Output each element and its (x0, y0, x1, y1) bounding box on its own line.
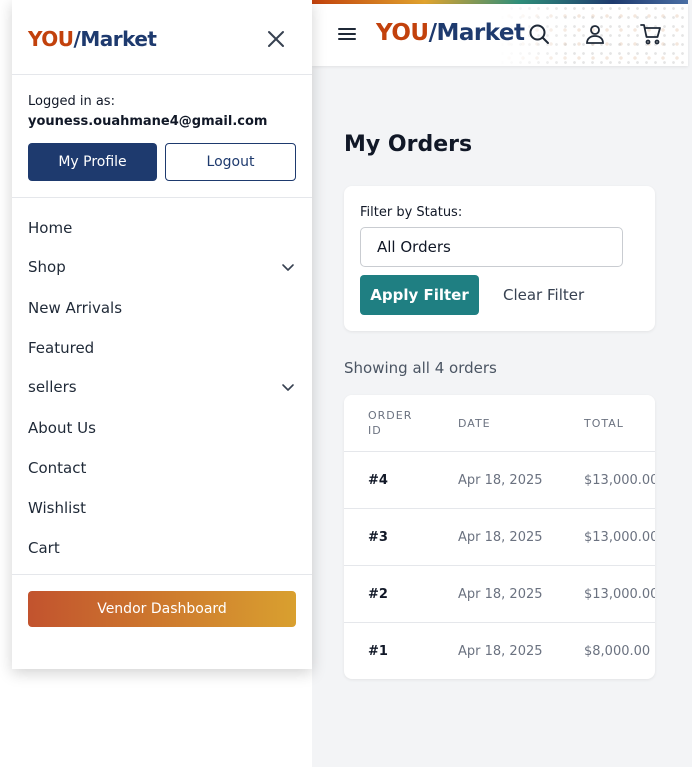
nav-item-wishlist[interactable]: Wishlist (28, 497, 296, 521)
side-drawer: YOU/Market Logged in as: youness.ouahman… (12, 0, 312, 669)
vendor-dashboard-button[interactable]: Vendor Dashboard (28, 591, 296, 627)
table-row[interactable]: #3 Apr 18, 2025 $13,000.00 (344, 509, 655, 566)
table-row[interactable]: #2 Apr 18, 2025 $13,000.00 (344, 566, 655, 623)
nav-label: Home (28, 219, 73, 237)
nav-item-new-arrivals[interactable]: New Arrivals (28, 297, 296, 321)
my-profile-button[interactable]: My Profile (28, 143, 157, 181)
user-email: youness.ouahmane4@gmail.com (28, 114, 268, 129)
divider (12, 197, 312, 198)
filter-card: Filter by Status: All Orders Apply Filte… (344, 186, 655, 331)
user-icon[interactable] (583, 22, 607, 46)
chevron-down-icon[interactable] (280, 379, 296, 395)
clear-filter-button[interactable]: Clear Filter (503, 275, 584, 315)
nav-label: Wishlist (28, 499, 87, 517)
nav-item-sellers[interactable]: sellers (28, 376, 296, 400)
nav-label: Featured (28, 339, 95, 357)
filter-label: Filter by Status: (360, 205, 463, 220)
th-date: DATE (458, 417, 491, 430)
logo-you: YOU (28, 27, 74, 51)
order-id[interactable]: #3 (368, 530, 388, 545)
order-total: $8,000.00 (584, 644, 651, 659)
nav-label: Shop (28, 258, 66, 276)
th-total: TOTAL (584, 417, 624, 430)
order-total: $13,000.00 (584, 530, 655, 545)
order-id[interactable]: #1 (368, 644, 388, 659)
table-row[interactable]: #1 Apr 18, 2025 $8,000.00 (344, 623, 655, 679)
order-date: Apr 18, 2025 (458, 473, 543, 488)
drawer-logo[interactable]: YOU/Market (28, 27, 157, 51)
order-total: $13,000.00 (584, 473, 655, 488)
order-total: $13,000.00 (584, 587, 655, 602)
logout-button[interactable]: Logout (165, 143, 296, 181)
orders-table: ORDER ID DATE TOTAL #4 Apr 18, 2025 $13,… (344, 395, 655, 679)
cart-icon[interactable] (639, 22, 663, 46)
hamburger-icon[interactable] (337, 25, 359, 43)
chevron-down-icon[interactable] (280, 259, 296, 275)
order-date: Apr 18, 2025 (458, 587, 543, 602)
close-icon[interactable] (264, 27, 288, 51)
nav-item-contact[interactable]: Contact (28, 457, 296, 481)
logo-market: Market (80, 27, 157, 51)
divider (12, 574, 312, 575)
table-row[interactable]: #4 Apr 18, 2025 $13,000.00 (344, 452, 655, 509)
status-select[interactable]: All Orders (360, 227, 623, 267)
th-order-id: ORDER ID (368, 409, 413, 437)
search-icon[interactable] (527, 22, 551, 46)
divider (12, 74, 312, 75)
order-id[interactable]: #2 (368, 587, 388, 602)
table-header: ORDER ID DATE TOTAL (344, 395, 655, 452)
logged-in-label: Logged in as: (28, 94, 115, 109)
nav-label: Cart (28, 539, 60, 557)
logo-you: YOU (376, 20, 429, 46)
site-header: YOU/Market (312, 4, 688, 66)
nav-label: About Us (28, 419, 96, 437)
nav-item-home[interactable]: Home (28, 217, 296, 241)
order-id[interactable]: #4 (368, 473, 388, 488)
nav-label: New Arrivals (28, 299, 123, 317)
nav-label: sellers (28, 378, 77, 396)
nav-label: Contact (28, 459, 87, 477)
main-page: YOU/Market My Orders Filter by Status: A… (312, 0, 692, 767)
order-date: Apr 18, 2025 (458, 530, 543, 545)
nav-item-cart[interactable]: Cart (28, 537, 296, 561)
page-title: My Orders (344, 132, 473, 157)
apply-filter-button[interactable]: Apply Filter (360, 275, 479, 315)
nav-item-featured[interactable]: Featured (28, 337, 296, 361)
order-date: Apr 18, 2025 (458, 644, 543, 659)
logo-market: Market (436, 20, 525, 46)
header-logo[interactable]: YOU/Market (376, 20, 525, 46)
nav-item-shop[interactable]: Shop (28, 256, 296, 280)
nav-item-about-us[interactable]: About Us (28, 417, 296, 441)
orders-count-text: Showing all 4 orders (344, 359, 497, 377)
